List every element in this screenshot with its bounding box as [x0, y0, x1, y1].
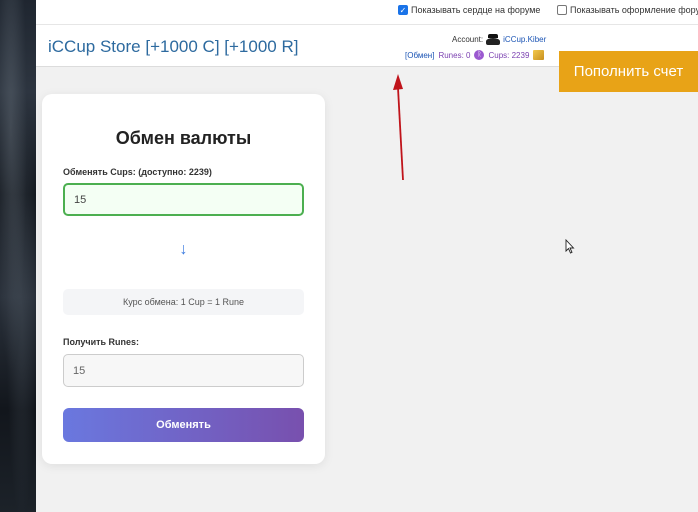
runes-amount-field: 15: [63, 354, 304, 387]
to-runes-label: Получить Runes:: [63, 337, 140, 347]
user-avatar-icon: [486, 34, 501, 45]
page-content: ✓ Показывать сердце на форуме Показывать…: [36, 0, 698, 512]
runes-amount-value: 15: [73, 364, 86, 377]
store-name: iCCup Store: [48, 37, 141, 56]
exchange-card: Обмен валюты Обменять Cups: (доступно: 2…: [42, 94, 325, 464]
page-title: iCCup Store [+1000 C] [+1000 R]: [48, 37, 298, 57]
cups-amount-input[interactable]: 15: [63, 183, 304, 216]
exchange-button[interactable]: Обменять: [63, 408, 304, 442]
cups-amount-value: 15: [74, 193, 87, 206]
exchange-link[interactable]: [Обмен]: [405, 51, 434, 60]
checkbox-checked-icon[interactable]: ✓: [398, 5, 408, 15]
checkbox-unchecked-icon[interactable]: [557, 5, 567, 15]
mouse-cursor-icon: [565, 239, 575, 254]
show-heart-option[interactable]: ✓ Показывать сердце на форуме: [398, 5, 540, 15]
arrow-down-icon: ↓: [179, 241, 188, 258]
topup-button[interactable]: Пополнить счет: [559, 51, 698, 92]
rune-icon: ᚱ: [474, 50, 485, 60]
runes-balance: Runes: 0: [438, 50, 471, 60]
bonus-c: [+1000 C]: [145, 37, 220, 56]
bonus-r: [+1000 R]: [224, 37, 299, 56]
account-info: Account: iCCup.Kiber: [452, 34, 546, 45]
forum-options-bar: ✓ Показывать сердце на форуме Показывать…: [36, 0, 698, 24]
from-cups-label: Обменять Cups: (доступно: 2239): [63, 167, 212, 177]
account-label: Account:: [452, 35, 484, 44]
exchange-rate: Курс обмена: 1 Cup = 1 Rune: [63, 289, 304, 315]
show-design-label: Показывать оформление фору: [570, 5, 698, 15]
cups-balance: Cups: 2239: [488, 50, 530, 60]
account-name-link[interactable]: iCCup.Kiber: [503, 35, 546, 44]
store-header: iCCup Store [+1000 C] [+1000 R] Account:…: [36, 24, 698, 92]
balance-info: [Обмен] Runes: 0 ᚱ Cups: 2239: [405, 50, 545, 60]
show-design-option[interactable]: Показывать оформление фору: [557, 5, 698, 15]
card-title: Обмен валюты: [115, 128, 252, 148]
background-artwork: [0, 0, 36, 512]
show-heart-label: Показывать сердце на форуме: [411, 5, 541, 15]
cups-coin-icon: [533, 50, 545, 60]
